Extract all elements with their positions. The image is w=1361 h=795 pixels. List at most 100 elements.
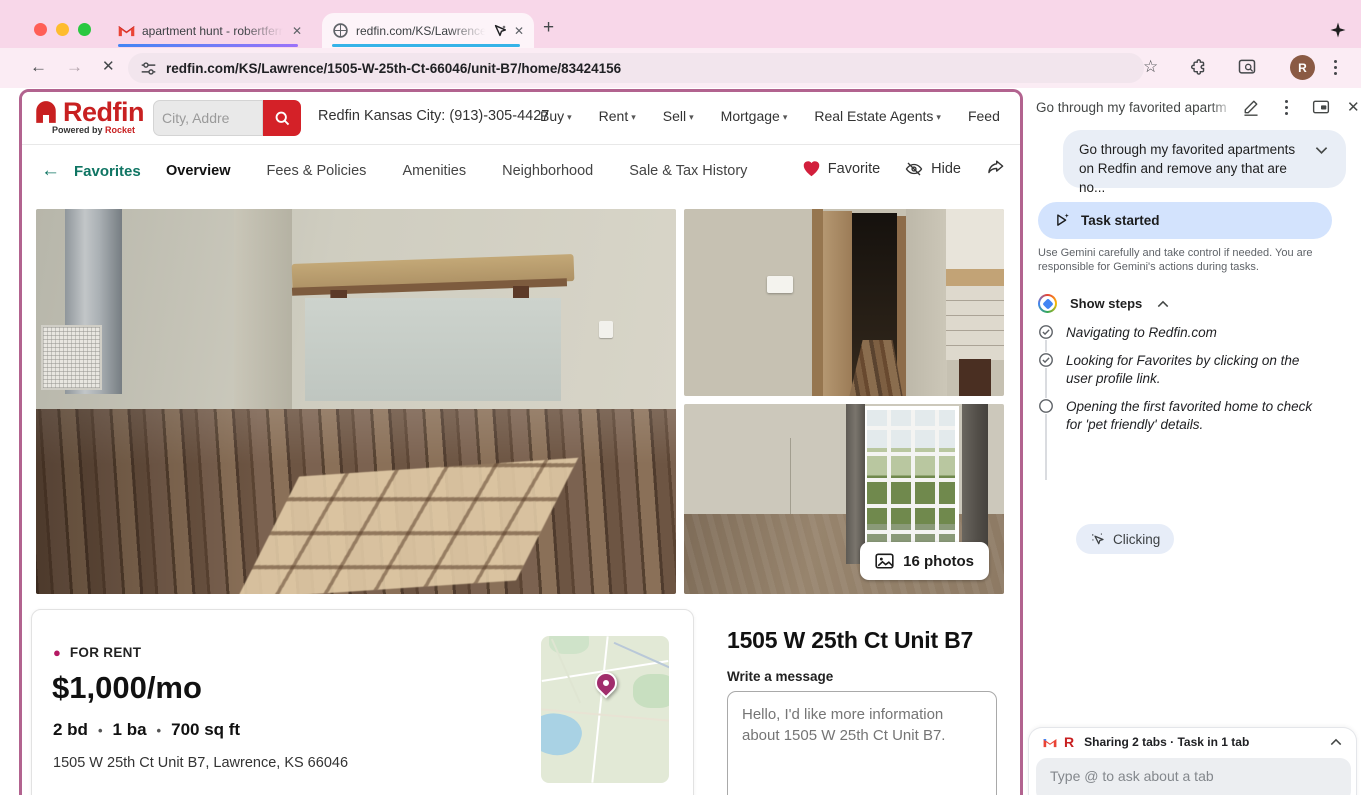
redfin-logo-text: Redfin <box>63 99 144 125</box>
nav-real-estate-agents[interactable]: Real Estate Agents▾ <box>814 108 941 124</box>
tab-sharing-card: R Sharing 2 tabs · Task in 1 tab <box>1028 727 1357 795</box>
bookmark-star-icon[interactable]: ☆ <box>1143 57 1163 77</box>
photo-air-vent <box>41 325 102 390</box>
redfin-header: Redfin Powered by Rocket Redfin Kansas C… <box>22 92 1020 144</box>
browser-titlebar: apartment hunt - robertfernst ✕ redfin.c… <box>0 0 1361 48</box>
contact-card: 1505 W 25th Ct Unit B7 Write a message H… <box>711 609 1013 795</box>
nav-buy[interactable]: Buy▾ <box>540 108 572 124</box>
browser-menu-icon[interactable] <box>1325 60 1345 80</box>
redfin-logo[interactable]: Redfin <box>33 99 144 125</box>
photo-countertop <box>946 269 1004 286</box>
close-window-button[interactable] <box>34 23 47 36</box>
nav-rent[interactable]: Rent▾ <box>599 108 636 124</box>
gemini-color-sparkle-icon <box>1038 294 1057 313</box>
favorite-button[interactable]: Favorite <box>802 160 880 177</box>
tab-neighborhood[interactable]: Neighborhood <box>502 163 593 179</box>
redfin-phone-number[interactable]: Redfin Kansas City: (913)-305-4427 <box>318 108 549 124</box>
redfin-house-icon <box>33 99 59 125</box>
redfin-main-nav: Buy▾ Rent▾ Sell▾ Mortgage▾ Real Estate A… <box>540 108 1000 124</box>
address-bar[interactable]: redfin.com/KS/Lawrence/1505-W-25th-Ct-66… <box>128 53 1144 83</box>
expand-prompt-chevron-icon[interactable] <box>1315 146 1328 155</box>
tab-close-icon[interactable]: ✕ <box>514 24 524 38</box>
photo-window <box>863 406 959 560</box>
listing-photo-bedroom[interactable]: 16 photos <box>684 404 1004 594</box>
gmail-icon <box>118 22 135 39</box>
tab-title: apartment hunt - robertfernst <box>142 24 286 38</box>
caret-down-icon: ▾ <box>631 112 636 122</box>
clicking-cursor-icon <box>1090 532 1105 547</box>
profile-avatar[interactable]: R <box>1290 55 1315 80</box>
listing-photo-hallway[interactable] <box>684 209 1004 396</box>
listing-subnav: ← Favorites Overview Fees & Policies Ame… <box>22 145 1020 199</box>
tab-redfin-active[interactable]: redfin.com/KS/Lawrence/ ✕ <box>322 13 534 48</box>
caret-down-icon: ▾ <box>783 112 788 122</box>
task-status-text: Task started <box>1081 213 1160 228</box>
eye-slash-icon <box>904 160 924 178</box>
task-step: Opening the first favorited home to chec… <box>1038 398 1338 434</box>
search-button[interactable] <box>263 100 301 136</box>
listing-address: 1505 W 25th Ct Unit B7, Lawrence, KS 660… <box>53 755 348 771</box>
photo-wall-corner <box>790 438 791 518</box>
tab-sale-tax-history[interactable]: Sale & Tax History <box>629 163 747 179</box>
listing-actions: Favorite Hide <box>802 159 1006 178</box>
minimize-window-button[interactable] <box>56 23 69 36</box>
stop-loading-button[interactable]: ✕ <box>102 56 115 78</box>
listing-photo-living-room[interactable] <box>36 209 676 594</box>
baths-value: 1 ba <box>113 720 147 740</box>
open-in-window-icon[interactable] <box>1312 98 1330 116</box>
listing-tabs: Overview Fees & Policies Amenities Neigh… <box>166 163 747 179</box>
nav-mortgage[interactable]: Mortgage▾ <box>721 108 788 124</box>
new-chat-icon[interactable] <box>1242 98 1260 116</box>
map-road <box>591 636 608 782</box>
panel-menu-icon[interactable] <box>1277 98 1295 116</box>
photo-bar-face <box>305 298 561 402</box>
map-lake <box>541 706 586 762</box>
tab-fees-policies[interactable]: Fees & Policies <box>267 163 367 179</box>
back-to-favorites-arrow-icon[interactable]: ← <box>41 160 60 182</box>
forward-button[interactable]: → <box>66 56 83 78</box>
nav-sell[interactable]: Sell▾ <box>663 108 694 124</box>
listing-price: $1,000/mo <box>52 670 202 706</box>
photo-thermostat <box>767 276 793 293</box>
tab-overview[interactable]: Overview <box>166 163 231 179</box>
gemini-chat-input[interactable] <box>1036 758 1351 795</box>
zoom-window-button[interactable] <box>78 23 91 36</box>
extensions-icon[interactable] <box>1189 57 1209 77</box>
back-button[interactable]: ← <box>30 56 47 78</box>
tab-close-icon[interactable]: ✕ <box>292 24 302 38</box>
message-textarea[interactable]: Hello, I'd like more information about 1… <box>727 691 997 795</box>
dot-separator: • <box>98 723 103 738</box>
show-steps-toggle[interactable]: Show steps <box>1038 294 1169 313</box>
gemini-cursor-badge-icon <box>492 23 508 39</box>
tab-gmail[interactable]: apartment hunt - robertfernst ✕ <box>108 13 312 48</box>
tab-search-icon[interactable] <box>1237 57 1257 77</box>
site-settings-tune-icon[interactable] <box>140 60 157 77</box>
tab-amenities[interactable]: Amenities <box>402 163 466 179</box>
gemini-sparkle-icon[interactable] <box>1329 21 1347 39</box>
listing-summary-card: ● FOR RENT $1,000/mo 2 bd • 1 ba • 700 s… <box>31 609 694 795</box>
gemini-disclaimer: Use Gemini carefully and take control if… <box>1038 246 1338 274</box>
collapse-steps-chevron-icon[interactable] <box>1157 300 1169 308</box>
gemini-panel-header: Go through my favorited apartm ✕ <box>1024 88 1361 126</box>
photo-cabinet <box>946 286 1004 361</box>
tab-sharing-row[interactable]: R Sharing 2 tabs · Task in 1 tab <box>1029 728 1356 756</box>
collapse-sharing-chevron-icon[interactable] <box>1330 738 1342 746</box>
map-area <box>633 674 669 708</box>
share-icon[interactable] <box>985 159 1006 178</box>
user-prompt-bubble[interactable]: Go through my favorited apartments on Re… <box>1063 130 1346 188</box>
city-search-input[interactable] <box>153 100 263 136</box>
hide-button[interactable]: Hide <box>904 160 961 178</box>
browser-window: apartment hunt - robertfernst ✕ redfin.c… <box>0 0 1361 795</box>
status-label: FOR RENT <box>70 645 141 660</box>
favorites-link[interactable]: Favorites <box>74 163 141 180</box>
photo-outlet <box>599 321 613 338</box>
close-panel-icon[interactable]: ✕ <box>1347 98 1360 116</box>
new-tab-button[interactable]: + <box>543 18 554 37</box>
photo-chair <box>959 359 991 396</box>
redfin-page: Redfin Powered by Rocket Redfin Kansas C… <box>19 89 1023 795</box>
map-thumbnail[interactable] <box>541 636 669 783</box>
listing-facts: 2 bd • 1 ba • 700 sq ft <box>53 720 240 740</box>
caret-down-icon: ▾ <box>567 112 572 122</box>
all-photos-button[interactable]: 16 photos <box>860 542 989 580</box>
nav-feed[interactable]: Feed <box>968 108 1000 124</box>
